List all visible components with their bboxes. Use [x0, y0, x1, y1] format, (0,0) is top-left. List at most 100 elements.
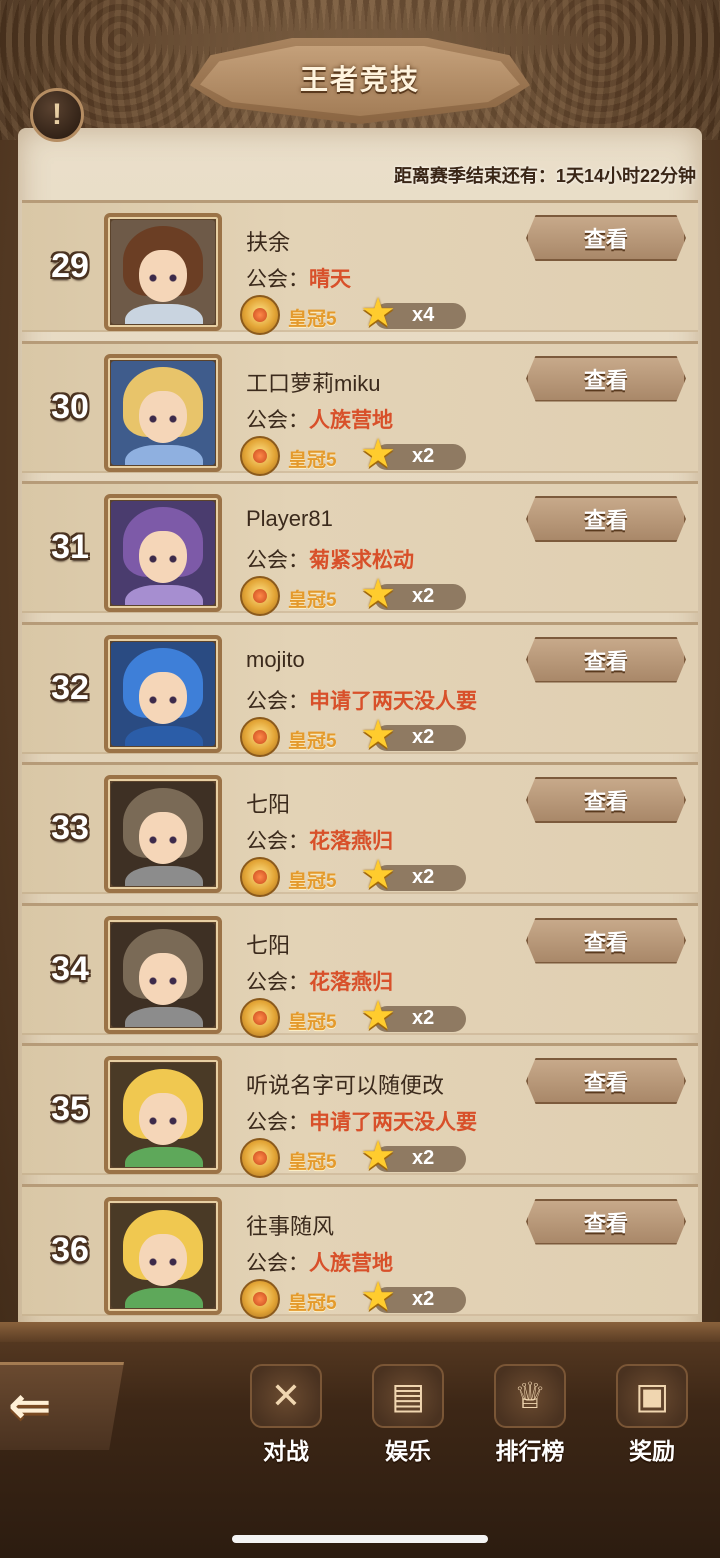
ranking-row: 34 七阳 公会：花落燕归 皇冠5 ★ x2 查看 [22, 902, 698, 1038]
ranking-row: 33 七阳 公会：花落燕归 皇冠5 ★ x2 查看 [22, 762, 698, 897]
rank-number: 35 [51, 1090, 89, 1128]
avatar-portrait [111, 501, 215, 605]
chest-icon: ▣ [616, 1364, 688, 1428]
crown-rank-icon [240, 295, 280, 335]
crown-rank-label: 皇冠5 [288, 590, 337, 611]
avatar[interactable] [104, 915, 222, 1034]
star-icon: ★ [360, 431, 396, 476]
bottom-ledge [0, 1322, 720, 1342]
guild-label: 公会： [246, 830, 309, 853]
avatar-eyes [147, 414, 179, 423]
avatar-eyes [147, 695, 179, 704]
avatar-body [125, 444, 203, 465]
view-button[interactable]: 查看 [526, 355, 686, 402]
nav-battle[interactable]: ✕ 对战 [236, 1364, 336, 1466]
rank-number: 33 [51, 809, 89, 847]
ranking-row: 30 工口萝莉miku 公会：人族营地 皇冠5 ★ x2 查看 [22, 340, 698, 476]
guild-name: 花落燕归 [309, 830, 393, 853]
info-button[interactable]: ! [30, 88, 84, 142]
rank-number: 30 [51, 387, 89, 426]
avatar-body [125, 1006, 203, 1027]
avatar[interactable] [104, 634, 222, 753]
avatar-portrait [111, 360, 215, 465]
guild-name: 人族营地 [309, 1251, 393, 1275]
avatar-body [125, 585, 203, 605]
guild-line: 公会：申请了两天没人要 [246, 685, 477, 715]
nav-leaderboard[interactable]: ♕ 排行榜 [480, 1364, 580, 1466]
guild-name: 申请了两天没人要 [309, 689, 477, 713]
rank-number: 32 [51, 668, 89, 707]
avatar-portrait [111, 641, 215, 746]
avatar-body [125, 1147, 203, 1167]
star-count: x2 [412, 444, 435, 467]
view-button[interactable]: 查看 [526, 1058, 686, 1104]
crown-rank-icon [240, 857, 280, 897]
player-name: 七阳 [246, 932, 291, 958]
avatar-portrait [111, 1203, 215, 1308]
avatar[interactable] [104, 213, 222, 331]
star-count: x2 [412, 1006, 435, 1029]
avatar[interactable] [104, 494, 222, 612]
ranking-row: 35 听说名字可以随便改 公会：申请了两天没人要 皇冠5 ★ x2 查看 [22, 1043, 698, 1178]
back-arrow-icon[interactable]: ⇐ [8, 1378, 108, 1434]
entertainment-icon: ▤ [372, 1364, 444, 1428]
guild-label: 公会： [246, 1251, 309, 1275]
crown-rank-icon [240, 1278, 280, 1319]
avatar[interactable] [104, 353, 222, 472]
guild-label: 公会： [246, 549, 309, 572]
crown-rank-icon [240, 576, 280, 616]
view-button[interactable]: 查看 [526, 215, 686, 261]
exclamation-icon: ! [52, 98, 62, 131]
crown-rank-label: 皇冠5 [288, 730, 337, 752]
player-name: mojito [246, 646, 305, 672]
guild-line: 公会：菊紧求松动 [246, 544, 414, 574]
view-button[interactable]: 查看 [526, 777, 686, 823]
avatar-portrait [111, 1063, 215, 1167]
ranking-row: 36 往事随风 公会：人族营地 皇冠5 ★ x2 查看 [22, 1183, 698, 1319]
rank-number: 31 [51, 528, 89, 566]
guild-name: 菊紧求松动 [309, 549, 414, 572]
crown-rank-icon [240, 716, 280, 757]
crown-rank-icon [240, 1138, 280, 1178]
ranking-row: 29 扶余 公会：晴天 皇冠5 ★ x4 查看 [22, 200, 698, 335]
guild-line: 公会：申请了两天没人要 [246, 1106, 477, 1136]
trophy-icon: ♕ [494, 1364, 566, 1428]
guild-name: 花落燕归 [309, 970, 393, 994]
guild-label: 公会： [246, 970, 309, 994]
avatar[interactable] [104, 1196, 222, 1315]
nav-entertainment[interactable]: ▤ 娱乐 [358, 1364, 458, 1466]
avatar-body [125, 725, 203, 746]
guild-label: 公会： [246, 689, 309, 713]
avatar-body [125, 304, 203, 324]
guild-name: 人族营地 [309, 408, 393, 432]
star-count: x4 [412, 304, 435, 326]
star-icon: ★ [360, 291, 396, 335]
star-icon: ★ [360, 712, 396, 757]
guild-name: 申请了两天没人要 [309, 1111, 477, 1134]
avatar-eyes [147, 274, 179, 282]
guild-label: 公会： [246, 408, 309, 432]
view-button[interactable]: 查看 [526, 496, 686, 542]
season-countdown: 距离赛季结束还有：1天14小时22分钟 [393, 166, 696, 186]
view-button[interactable]: 查看 [526, 1198, 686, 1245]
avatar-body [125, 866, 203, 886]
crown-rank-icon [240, 435, 280, 476]
avatar[interactable] [104, 1056, 222, 1174]
avatar[interactable] [104, 775, 222, 893]
avatar-eyes [147, 976, 179, 985]
nav-label-leaderboard: 排行榜 [495, 1438, 565, 1464]
player-name: 往事随风 [246, 1213, 335, 1239]
crown-rank-label: 皇冠5 [288, 309, 337, 330]
avatar-body [125, 1287, 203, 1308]
ranking-row: 31 Player81 公会：菊紧求松动 皇冠5 ★ x2 查看 [22, 481, 698, 616]
nav-rewards[interactable]: ▣ 奖励 [602, 1364, 702, 1466]
view-button[interactable]: 查看 [526, 636, 686, 683]
avatar-eyes [147, 1257, 179, 1266]
nav-label-rewards: 奖励 [629, 1438, 675, 1464]
nav-label-battle: 对战 [263, 1438, 309, 1464]
guild-line: 公会：人族营地 [246, 1247, 393, 1277]
view-button[interactable]: 查看 [526, 917, 686, 964]
guild-line: 公会：晴天 [246, 263, 351, 293]
battle-icon: ✕ [250, 1364, 322, 1428]
guild-line: 公会：花落燕归 [246, 966, 393, 996]
